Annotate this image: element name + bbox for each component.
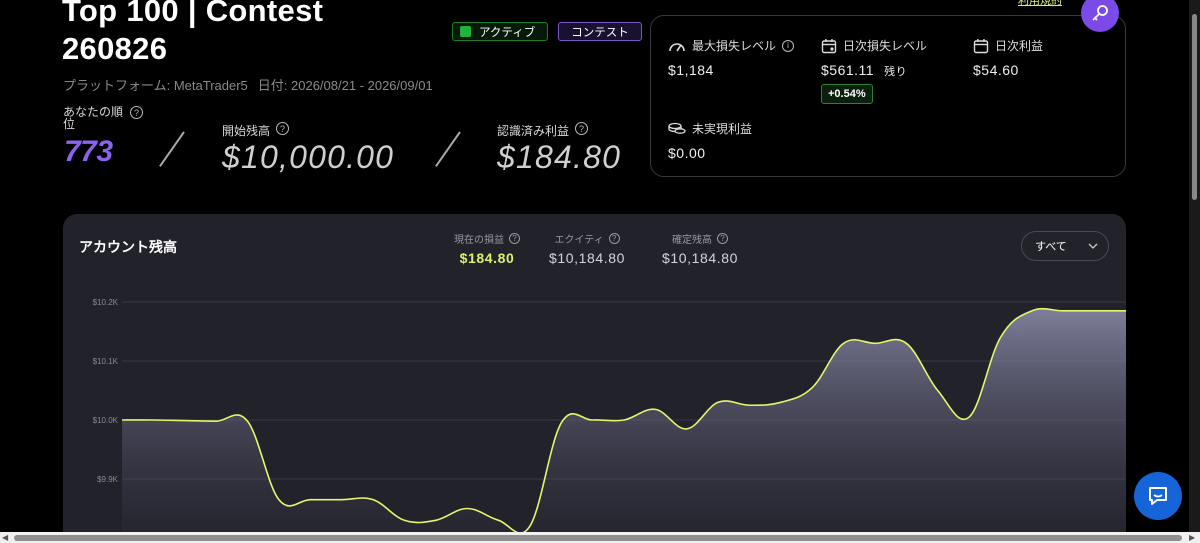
time-range-value: すべて bbox=[1035, 241, 1067, 253]
platform-text: プラットフォーム: MetaTrader5 bbox=[63, 78, 248, 93]
scroll-left-icon[interactable]: ◀ bbox=[2, 533, 8, 542]
kpi-current-pnl-label: 現在の損益 bbox=[454, 235, 504, 246]
kpi-equity-help-icon[interactable]: ? bbox=[608, 233, 620, 244]
contest-badge: コンテスト bbox=[558, 22, 642, 41]
chat-icon bbox=[1149, 487, 1167, 505]
divider-slash bbox=[159, 131, 185, 167]
contest-title: Top 100 | Contest 260826 bbox=[62, 0, 323, 68]
unrealized-profit-value: $0.00 bbox=[668, 145, 706, 161]
contest-title-line1: Top 100 | Contest bbox=[62, 0, 324, 28]
max-loss-metric: 最大損失レベル i $1,184 bbox=[668, 37, 795, 78]
kpi-current-pnl: 現在の損益? $184.80 bbox=[454, 231, 520, 266]
balance-area bbox=[122, 308, 1126, 543]
daily-loss-percent-badge: +0.54% bbox=[821, 84, 873, 104]
terms-link[interactable]: 利用規約 bbox=[1018, 0, 1062, 8]
active-badge: アクティブ bbox=[452, 22, 549, 41]
start-balance-label: 開始残高 ? bbox=[222, 122, 290, 139]
status-badges: アクティブ コンテスト bbox=[452, 22, 642, 41]
vertical-scrollbar[interactable] bbox=[1189, 0, 1200, 532]
unrealized-profit-label: 未実現利益 bbox=[692, 122, 753, 136]
coins-icon bbox=[668, 122, 686, 134]
kpi-pnl-help-icon[interactable]: ? bbox=[509, 233, 520, 244]
contest-title-line2: 260826 bbox=[62, 31, 168, 66]
realized-profit-label: 認識済み利益 ? bbox=[497, 122, 589, 139]
daily-profit-metric: 日次利益 $54.60 bbox=[973, 37, 1043, 78]
y-tick-label: $10.0K bbox=[93, 416, 119, 425]
kpi-equity-label: エクイティ bbox=[554, 235, 604, 246]
kpi-balance-value: $10,184.80 bbox=[662, 250, 739, 266]
y-tick-label: $10.2K bbox=[93, 298, 119, 307]
realized-profit-value: $184.80 bbox=[497, 139, 622, 175]
rank-label: あなたの順位 ? bbox=[63, 106, 143, 130]
realized-profit-help-icon[interactable]: ? bbox=[575, 122, 589, 135]
date-range-text: 日付: 2026/08/21 - 2026/09/01 bbox=[257, 78, 433, 93]
kpi-equity-value: $10,184.80 bbox=[549, 250, 626, 266]
max-loss-label: 最大損失レベル bbox=[692, 39, 777, 53]
divider-slash bbox=[435, 131, 461, 167]
realized-profit-label-text: 認識済み利益 bbox=[497, 124, 570, 138]
daily-loss-label: 日次損失レベル bbox=[843, 39, 928, 53]
active-badge-label: アクティブ bbox=[479, 26, 536, 39]
daily-loss-value: $561.11 bbox=[821, 62, 875, 78]
start-balance-label-text: 開始残高 bbox=[222, 124, 271, 138]
active-dot-icon bbox=[460, 26, 471, 37]
chevron-down-icon bbox=[1088, 243, 1098, 249]
y-tick-label: $10.1K bbox=[93, 357, 119, 366]
start-balance-help-icon[interactable]: ? bbox=[276, 122, 290, 135]
max-loss-info-icon[interactable]: i bbox=[782, 39, 795, 52]
scroll-right-icon[interactable]: ▶ bbox=[1189, 533, 1195, 542]
daily-profit-label: 日次利益 bbox=[995, 39, 1044, 53]
y-tick-label: $9.9K bbox=[97, 475, 119, 484]
rank-value: 773 bbox=[64, 135, 113, 168]
card-title: アカウント残高 bbox=[79, 239, 177, 255]
kpi-balance: 確定残高? $10,184.80 bbox=[662, 231, 738, 266]
horizontal-scrollbar[interactable]: ◀ ▶ bbox=[0, 532, 1200, 543]
calendar-icon bbox=[821, 38, 837, 53]
gauge-icon bbox=[669, 42, 685, 51]
calendar-icon bbox=[973, 38, 989, 53]
kpi-balance-label: 確定残高 bbox=[672, 235, 713, 246]
rank-help-icon[interactable]: ? bbox=[130, 106, 143, 119]
contest-subtitle: プラットフォーム: MetaTrader5 日付: 2026/08/21 - 20… bbox=[63, 75, 433, 94]
daily-profit-value: $54.60 bbox=[973, 62, 1019, 78]
max-loss-value: $1,184 bbox=[668, 62, 714, 78]
start-balance-value: $10,000.00 bbox=[222, 139, 395, 175]
key-icon bbox=[1092, 5, 1108, 21]
kpi-balance-help-icon[interactable]: ? bbox=[717, 233, 729, 244]
unrealized-profit-metric: 未実現利益 $0.00 bbox=[668, 120, 752, 161]
rank-label-text: あなたの順位 bbox=[63, 105, 124, 131]
chat-button[interactable] bbox=[1134, 472, 1182, 520]
contest-badge-label: コンテスト bbox=[571, 26, 629, 39]
daily-loss-remaining: 残り bbox=[884, 66, 908, 78]
risk-metrics-panel: 最大損失レベル i $1,184 日次損失レベル $561.11 残り +0.54… bbox=[650, 15, 1126, 177]
vertical-scroll-thumb[interactable] bbox=[1192, 14, 1197, 200]
account-balance-card: $10.2K $10.1K $10.0K $9.9K アカウント残高 現在の損益? $… bbox=[63, 214, 1126, 543]
horizontal-scroll-thumb[interactable] bbox=[14, 535, 1182, 541]
time-range-select[interactable]: すべて bbox=[1021, 231, 1109, 261]
kpi-current-pnl-value: $184.80 bbox=[459, 250, 515, 266]
kpi-equity: エクイティ? $10,184.80 bbox=[549, 231, 625, 266]
daily-loss-metric: 日次損失レベル $561.11 残り +0.54% bbox=[821, 37, 927, 104]
